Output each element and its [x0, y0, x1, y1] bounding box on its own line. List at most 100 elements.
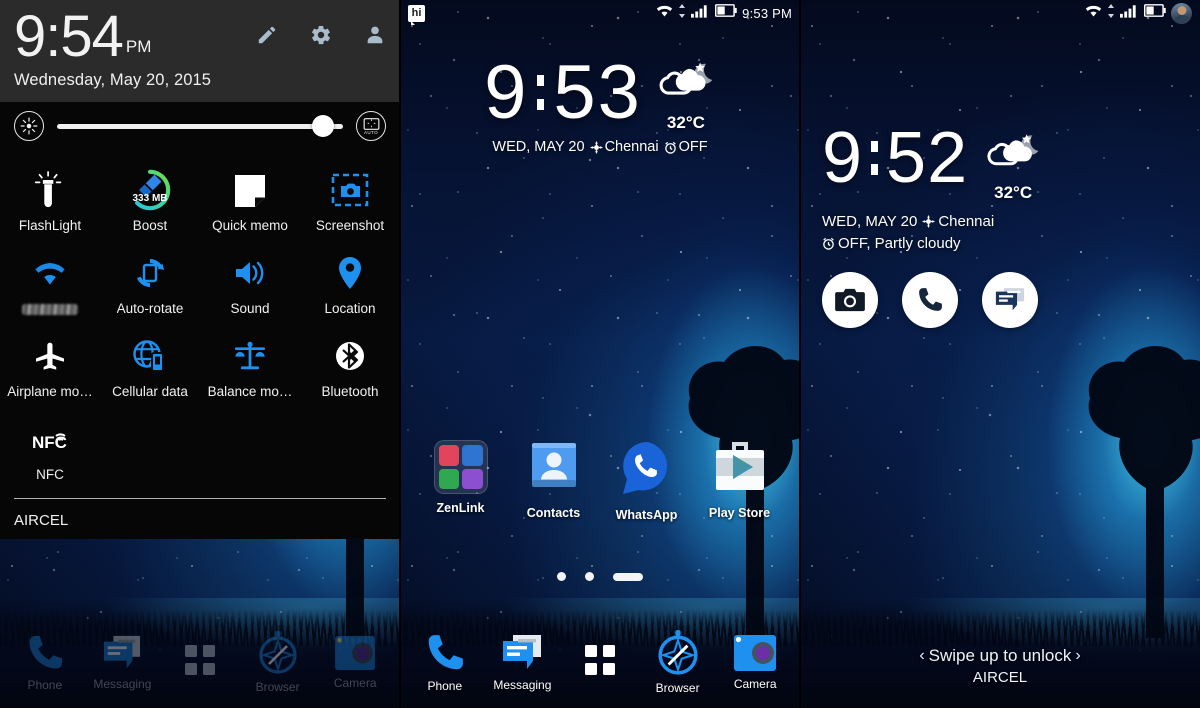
shade-clock-ampm: PM: [125, 36, 152, 56]
location-group: Chennai: [922, 211, 994, 233]
tile-cellular-data[interactable]: Cellular data: [100, 326, 200, 409]
dock-label: Messaging: [493, 677, 552, 692]
tile-nfc[interactable]: NFC NFC: [0, 409, 100, 492]
wifi-icon: [31, 251, 69, 295]
app-contacts[interactable]: Contacts: [515, 440, 593, 522]
whatsapp-icon: [619, 440, 675, 501]
location-pin-icon: [337, 251, 363, 295]
dock-bar: Phone Messaging Browser Camera: [0, 616, 400, 708]
edit-pencil-icon[interactable]: [256, 24, 278, 51]
dock-label: Camera: [333, 675, 377, 690]
balance-scale-icon: [232, 334, 268, 378]
chevron-left-icon: ‹: [919, 647, 925, 664]
dock-label: Phone: [27, 677, 63, 692]
tile-label: Bluetooth: [321, 384, 379, 400]
tile-label: Screenshot: [315, 218, 385, 234]
tile-row: NFC NFC: [0, 409, 400, 492]
dock-item-camera[interactable]: Camera: [318, 635, 392, 690]
home-clock-hour: 9: [484, 49, 529, 135]
page-dot-active[interactable]: [613, 572, 643, 581]
dock-item-messaging[interactable]: Messaging: [85, 634, 159, 691]
clock-location: Chennai: [604, 139, 659, 155]
lock-date: WED, MAY 20: [822, 213, 918, 230]
tile-label: Auto-rotate: [116, 301, 184, 317]
lock-shortcut-messaging[interactable]: [982, 272, 1038, 328]
tile-location[interactable]: Location: [300, 243, 400, 326]
tile-balance-mode[interactable]: Balance mo…: [200, 326, 300, 409]
home-clock-minute: 53: [553, 49, 642, 135]
status-bar: [800, 0, 1200, 26]
tile-auto-rotate[interactable]: Auto-rotate: [100, 243, 200, 326]
tile-screenshot[interactable]: Screenshot: [300, 160, 400, 243]
app-zenlink[interactable]: ZenLink: [422, 440, 500, 522]
page-indicator[interactable]: [400, 572, 800, 581]
signal-bars-icon: [691, 4, 710, 23]
dock-label: Browser: [655, 680, 700, 695]
lock-shortcut-phone[interactable]: [902, 272, 958, 328]
settings-gear-icon[interactable]: [310, 24, 332, 51]
app-label: WhatsApp: [615, 508, 678, 522]
alarm-group: OFF: [664, 139, 708, 155]
app-play-store[interactable]: Play Store: [701, 440, 779, 522]
data-transfer-icon: [678, 3, 686, 23]
app-label: Contacts: [526, 506, 581, 520]
lock-shortcut-row: [822, 272, 1038, 328]
tile-label: Airplane mo…: [7, 384, 93, 400]
lock-clock-hour: 9: [822, 118, 864, 198]
app-whatsapp[interactable]: WhatsApp: [608, 440, 686, 522]
messaging-icon: [995, 287, 1025, 310]
auto-brightness-icon[interactable]: AUTO: [356, 111, 386, 142]
tile-flashlight[interactable]: FlashLight: [0, 160, 100, 243]
dock-item-app-drawer[interactable]: [563, 643, 637, 682]
bluetooth-icon: [334, 334, 366, 378]
brightness-slider-knob[interactable]: [311, 115, 334, 138]
panel-divider: [799, 0, 801, 708]
dock-item-phone[interactable]: Phone: [8, 633, 82, 692]
sound-speaker-icon: [233, 251, 267, 295]
tile-label: Location: [324, 301, 376, 317]
tile-label: Balance mo…: [207, 384, 293, 400]
panel-divider: [399, 0, 401, 708]
svg-text:NFC: NFC: [32, 433, 67, 452]
location-crosshair-icon: [922, 215, 936, 229]
quick-settings-tiles: FlashLight 333 MB Boost Quick memo Scree…: [0, 150, 400, 504]
lock-clock-minute: 52: [886, 118, 969, 198]
page-dot[interactable]: [557, 572, 566, 581]
dock-label: Phone: [427, 678, 463, 693]
user-profile-icon[interactable]: [364, 24, 386, 51]
partly-cloudy-night-icon: [656, 60, 716, 111]
dock-label: Browser: [255, 679, 300, 694]
tile-row: FlashLight 333 MB Boost Quick memo Scree…: [0, 160, 400, 243]
tile-airplane-mode[interactable]: Airplane mo…: [0, 326, 100, 409]
clock-subline: WED, MAY 20 Chennai OFF: [400, 139, 800, 155]
tile-bluetooth[interactable]: Bluetooth: [300, 326, 400, 409]
battery-icon: [1144, 4, 1166, 22]
alarm-state: OFF: [678, 139, 708, 155]
data-transfer-icon: [1107, 3, 1115, 23]
weather-temperature: 32°C: [666, 113, 705, 132]
tile-wifi[interactable]: [0, 243, 100, 326]
tile-quick-memo[interactable]: Quick memo: [200, 160, 300, 243]
brightness-slider[interactable]: [57, 115, 343, 138]
unlock-hint[interactable]: ‹ Swipe up to unlock › AIRCEL: [800, 646, 1200, 686]
zen-clock-widget[interactable]: 9 53 32°C WED, MAY 20 Chennai OFF: [400, 52, 800, 155]
boost-broom-icon: 333 MB: [128, 168, 172, 212]
dock-item-phone[interactable]: Phone: [408, 632, 482, 693]
dock-item-browser[interactable]: Browser: [241, 630, 315, 694]
brightness-sun-icon[interactable]: [14, 111, 44, 142]
user-avatar-photo[interactable]: [1171, 2, 1192, 24]
screenshot-icon: [331, 168, 369, 212]
tile-label-redacted: [22, 304, 78, 316]
tile-boost[interactable]: 333 MB Boost: [100, 160, 200, 243]
lock-carrier-label: AIRCEL: [972, 669, 1028, 686]
page-dot[interactable]: [585, 572, 594, 581]
dock-item-camera[interactable]: Camera: [718, 634, 792, 691]
tile-sound[interactable]: Sound: [200, 243, 300, 326]
dock-item-browser[interactable]: Browser: [641, 629, 715, 695]
dock-item-app-drawer[interactable]: [163, 643, 237, 682]
lock-shortcut-camera[interactable]: [822, 272, 878, 328]
contacts-icon: [527, 440, 581, 499]
dock-item-messaging[interactable]: Messaging: [485, 633, 559, 692]
status-bar: hi 9:53 PM: [400, 0, 800, 26]
unlock-text: Swipe up to unlock: [928, 646, 1072, 665]
